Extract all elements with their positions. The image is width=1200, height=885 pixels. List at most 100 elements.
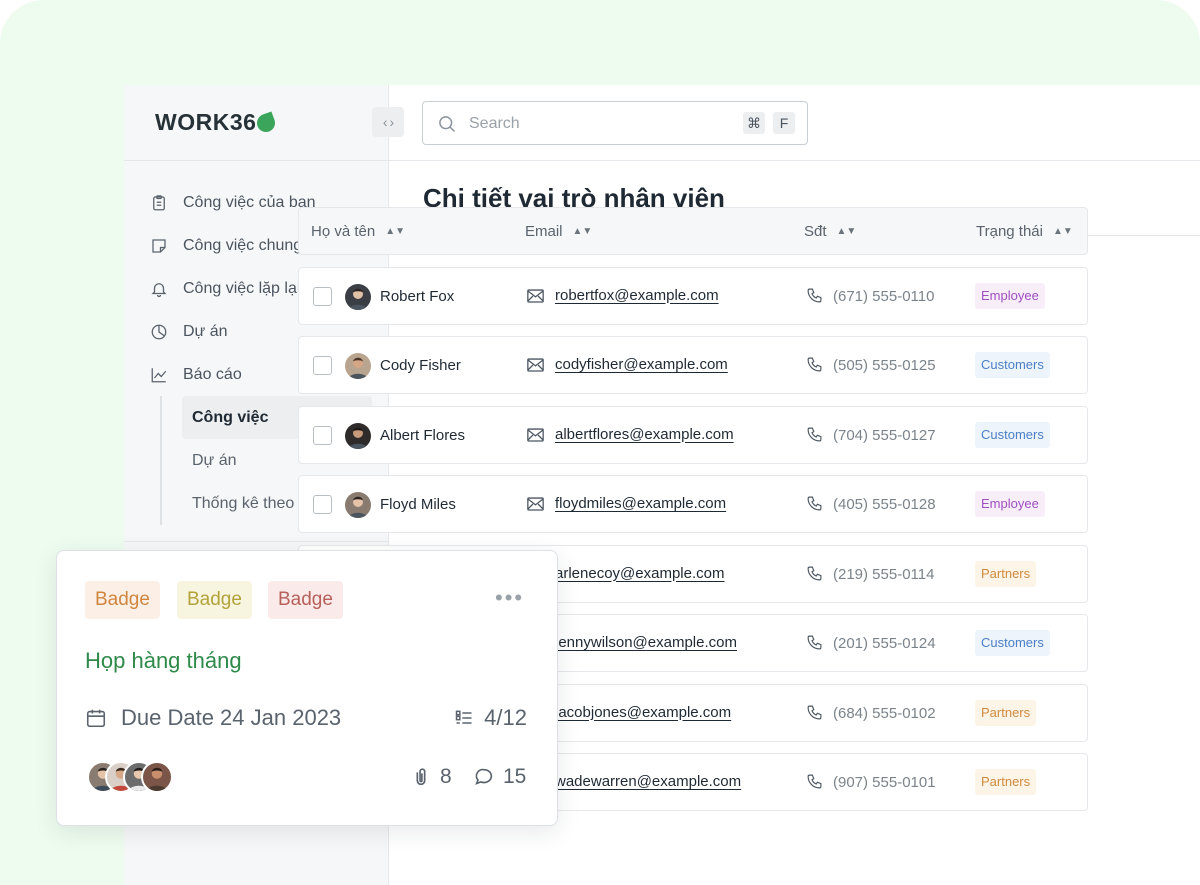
column-header-name[interactable]: Họ và tên ▲▼ (311, 223, 405, 240)
sort-icon: ▲▼ (572, 225, 593, 237)
sidebar-item-label: Công việc chung (183, 236, 303, 254)
row-name: Floyd Miles (380, 496, 456, 513)
row-email-link[interactable]: codyfisher@example.com (555, 356, 728, 373)
row-email-link[interactable]: jacobjones@example.com (555, 704, 731, 721)
status-badge: Customers (975, 421, 1050, 448)
row-email-link[interactable]: floydmiles@example.com (555, 495, 726, 512)
column-header-label: Sđt (804, 223, 827, 240)
row-email-link[interactable]: albertflores@example.com (555, 426, 734, 443)
column-header-label: Trạng thái (976, 223, 1043, 240)
paperclip-icon (416, 768, 426, 786)
logo-leaf-icon (254, 111, 278, 135)
task-title[interactable]: Họp hàng tháng (85, 648, 242, 674)
row-phone: (671) 555-0110 (833, 287, 935, 305)
table-row[interactable]: Robert Fox robertfox@example.com (671) 5… (298, 266, 1088, 325)
table-header: Họ và tên ▲▼ Email ▲▼ Sđt ▲▼ Trạng thái ▲▼ (298, 207, 1088, 255)
search-icon (439, 116, 456, 133)
shortcut-cmd-key: ⌘ (743, 112, 765, 134)
table-row[interactable]: Albert Flores albertflores@example.com (… (298, 405, 1088, 464)
phone-icon (807, 635, 822, 650)
more-options-icon[interactable]: ••• (495, 587, 524, 609)
sidebar-item-label: Dự án (183, 322, 228, 340)
mail-icon (527, 427, 544, 442)
mail-icon (527, 358, 544, 372)
row-checkbox[interactable] (313, 356, 332, 375)
avatar (345, 422, 371, 449)
column-header-label: Họ và tên (311, 223, 376, 240)
pie-chart-icon (151, 324, 167, 339)
brand-header: WORK36 (124, 85, 389, 161)
comments-count-text: 15 (503, 765, 527, 788)
status-badge: Customers (975, 352, 1050, 378)
note-icon (152, 238, 166, 253)
search-input[interactable] (469, 112, 719, 136)
row-email-link[interactable]: robertfox@example.com (555, 287, 719, 304)
row-phone: (684) 555-0102 (833, 704, 936, 722)
comment-icon (475, 768, 493, 785)
row-email-link[interactable]: arlenecoy@example.com (555, 565, 724, 582)
column-header-email[interactable]: Email ▲▼ (525, 223, 592, 240)
table-row[interactable]: Floyd Miles floydmiles@example.com (405)… (298, 475, 1088, 533)
checklist-progress-text: 4/12 (484, 705, 527, 730)
column-header-phone[interactable]: Sđt ▲▼ (804, 223, 856, 240)
comments-count[interactable]: 15 (473, 765, 526, 789)
mail-icon (527, 497, 544, 511)
trend-chart-icon (151, 367, 167, 382)
row-email-link[interactable]: wadewarren@example.com (555, 773, 741, 790)
task-card[interactable]: Badge Badge Badge ••• Họp hàng tháng Due… (56, 550, 558, 826)
row-name: Albert Flores (380, 426, 466, 444)
row-checkbox[interactable] (313, 286, 332, 306)
row-name: Cody Fisher (380, 357, 461, 374)
avatar (345, 283, 371, 310)
avatar (345, 492, 371, 518)
row-phone: (907) 555-0101 (833, 774, 936, 791)
sidebar-item-label: Báo cáo (183, 365, 242, 383)
badge-red: Badge (268, 581, 343, 619)
row-name: Robert Fox (380, 287, 455, 305)
table-row[interactable]: Cody Fisher codyfisher@example.com (505)… (298, 336, 1088, 394)
logo-text: WORK36 (155, 109, 257, 135)
row-phone: (219) 555-0114 (833, 565, 935, 583)
row-checkbox[interactable] (313, 425, 332, 445)
status-badge: Employee (975, 491, 1045, 517)
phone-icon (807, 357, 822, 372)
shortcut-f-key: F (773, 112, 795, 134)
status-badge: Customers (975, 630, 1050, 656)
row-email-link[interactable]: jennywilson@example.com (555, 634, 737, 651)
status-badge: Employee (975, 282, 1045, 309)
clipboard-icon (153, 194, 165, 210)
row-phone: (201) 555-0124 (833, 635, 936, 652)
sort-icon: ▲▼ (836, 225, 857, 237)
sidebar-item-label: Công việc của bạn (183, 193, 316, 211)
subnav-item-label: Dự án (192, 451, 237, 469)
phone-icon (807, 566, 822, 580)
attachments-count-text: 8 (440, 765, 452, 788)
status-badge: Partners (975, 560, 1037, 587)
attachments-count[interactable]: 8 (410, 765, 452, 789)
column-header-status[interactable]: Trạng thái ▲▼ (976, 223, 1073, 240)
avatar (141, 761, 173, 793)
bell-icon (151, 282, 167, 297)
phone-icon (807, 427, 822, 441)
phone-icon (807, 705, 822, 719)
status-badge: Partners (975, 769, 1037, 795)
search-box: ⌘ F (422, 101, 808, 145)
due-date-text: Due Date 24 Jan 2023 (121, 705, 342, 730)
top-bar: ⌘ F (389, 85, 1200, 161)
phone-icon (807, 288, 822, 302)
checklist-progress: 4/12 (454, 705, 527, 731)
column-header-label: Email (525, 223, 563, 240)
subnav-item-label: Công việc (192, 408, 269, 426)
row-phone: (505) 555-0125 (833, 357, 936, 374)
badge-yellow: Badge (177, 581, 252, 619)
row-phone: (405) 555-0128 (833, 496, 936, 513)
row-checkbox[interactable] (313, 495, 332, 514)
logo[interactable]: WORK36 (155, 109, 278, 136)
sort-icon: ▲▼ (385, 225, 406, 237)
row-phone: (704) 555-0127 (833, 426, 936, 444)
sort-icon: ▲▼ (1052, 225, 1073, 237)
mail-icon (527, 288, 544, 303)
phone-icon (807, 774, 822, 789)
checklist-icon (455, 710, 472, 724)
sidebar-item-label: Công việc lặp lại (183, 279, 301, 297)
